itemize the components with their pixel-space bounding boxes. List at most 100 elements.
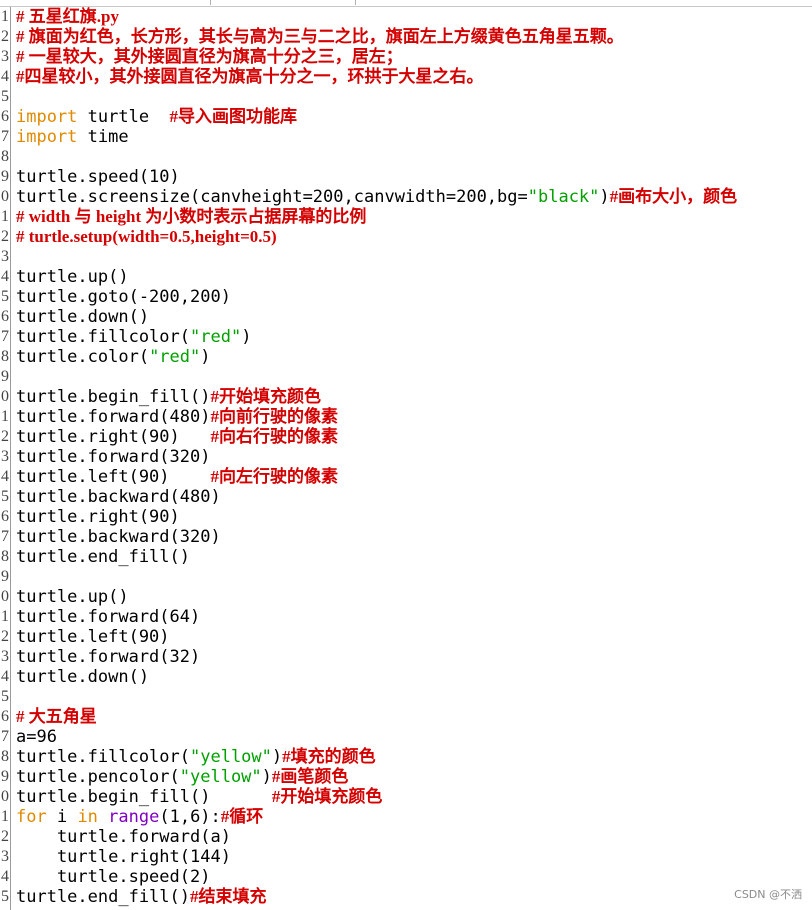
code-line[interactable]: 0 turtle.begin_fill() #开始填充颜色 <box>0 787 812 807</box>
code-line[interactable]: 1 # width 与 height 为小数时表示占据屏幕的比例 <box>0 207 812 227</box>
code-token: turtle.begin_fill() <box>16 787 272 807</box>
code-token: turtle.forward(320) <box>16 447 211 467</box>
code-comment: # 一星较大，其外接圆直径为旗高十分之三，居左； <box>16 47 403 66</box>
code-token: i <box>46 807 78 827</box>
code-text: turtle.fillcolor("red") <box>16 327 251 347</box>
code-line[interactable]: 4 #四星较小，其外接圆直径为旗高十分之一，环拱于大星之右。 <box>0 67 812 87</box>
code-lines[interactable]: 1 # 五星红旗.py 2 # 旗面为红色，长方形，其长与高为三与二之比，旗面左上方缀… <box>0 7 812 907</box>
line-number: 0 <box>1 788 9 805</box>
code-line[interactable]: 7 import time <box>0 127 812 147</box>
code-comment: #导入画图功能库 <box>169 107 298 126</box>
code-text: # 五星红旗.py <box>16 7 119 27</box>
ruler-tick <box>355 0 356 5</box>
code-comment: #向前行驶的像素 <box>210 407 338 426</box>
code-line[interactable]: 8 turtle.color("red") <box>0 347 812 367</box>
code-line[interactable]: 3 turtle.right(144) <box>0 847 812 867</box>
code-builtin: range <box>108 807 160 827</box>
code-line[interactable]: 6 import turtle #导入画图功能库 <box>0 107 812 127</box>
code-line[interactable]: 2 # 旗面为红色，长方形，其长与高为三与二之比，旗面左上方缀黄色五角星五颗。 <box>0 27 812 47</box>
line-number: 5 <box>1 688 9 705</box>
code-comment: #四星较小，其外接圆直径为旗高十分之一，环拱于大星之右。 <box>16 67 484 86</box>
line-number: 1 <box>1 408 9 425</box>
code-token: turtle.right(144) <box>16 847 231 867</box>
code-line[interactable]: 4 turtle.up() <box>0 267 812 287</box>
line-number: 2 <box>1 628 9 645</box>
line-number: 9 <box>1 368 9 385</box>
code-line[interactable]: 1 turtle.forward(480)#向前行驶的像素 <box>0 407 812 427</box>
code-text: turtle.goto(-200,200) <box>16 287 231 307</box>
code-line[interactable]: 9 turtle.speed(10) <box>0 167 812 187</box>
code-line[interactable]: 5 turtle.goto(-200,200) <box>0 287 812 307</box>
code-token: turtle.left(90) <box>16 467 211 487</box>
code-line[interactable]: 8 turtle.end_fill() <box>0 547 812 567</box>
code-token: turtle.end_fill() <box>16 887 190 907</box>
line-number: 1 <box>1 8 9 25</box>
code-line[interactable]: 8 turtle.fillcolor("yellow")#填充的颜色 <box>0 747 812 767</box>
code-line[interactable]: 3 turtle.forward(32) <box>0 647 812 667</box>
code-line[interactable]: 5 <box>0 87 812 107</box>
line-number: 5 <box>1 888 9 905</box>
code-editor[interactable]: 1 # 五星红旗.py 2 # 旗面为红色，长方形，其长与高为三与二之比，旗面左上方缀… <box>0 0 812 910</box>
code-line[interactable]: 5 <box>0 687 812 707</box>
line-number: 4 <box>1 268 9 285</box>
code-line[interactable]: 2 turtle.forward(a) <box>0 827 812 847</box>
code-line[interactable]: 2 # turtle.setup(width=0.5,height=0.5) <box>0 227 812 247</box>
code-line[interactable]: 0 turtle.begin_fill()#开始填充颜色 <box>0 387 812 407</box>
code-line[interactable]: 0 turtle.up() <box>0 587 812 607</box>
line-number: 3 <box>1 248 9 265</box>
code-token: turtle.forward(480) <box>16 407 211 427</box>
code-line[interactable]: 7 turtle.backward(320) <box>0 527 812 547</box>
line-number: 9 <box>1 768 9 785</box>
code-line[interactable]: 9 <box>0 567 812 587</box>
code-text: turtle.left(90) <box>16 627 170 647</box>
code-line[interactable]: 3 # 一星较大，其外接圆直径为旗高十分之三，居左； <box>0 47 812 67</box>
code-text: # 大五角星 <box>16 707 97 727</box>
line-number: 1 <box>1 608 9 625</box>
code-line[interactable]: 5 turtle.backward(480) <box>0 487 812 507</box>
code-text: import time <box>16 127 129 147</box>
code-line[interactable]: 9 turtle.pencolor("yellow")#画笔颜色 <box>0 767 812 787</box>
code-token: a=96 <box>16 727 57 747</box>
code-line[interactable]: 0 turtle.screensize(canvheight=200,canvwi… <box>0 187 812 207</box>
code-text: turtle.forward(a) <box>16 827 231 847</box>
code-line[interactable]: 3 turtle.forward(320) <box>0 447 812 467</box>
code-text: turtle.down() <box>16 667 149 687</box>
code-line[interactable]: 1 turtle.forward(64) <box>0 607 812 627</box>
code-line[interactable]: 4 turtle.left(90) #向左行驶的像素 <box>0 467 812 487</box>
code-line[interactable]: 8 <box>0 147 812 167</box>
code-token: ) <box>261 767 272 787</box>
watermark: CSDN @不洒 <box>734 888 802 901</box>
code-text: turtle.speed(10) <box>16 167 180 187</box>
code-line[interactable]: 5 turtle.end_fill()#结束填充 <box>0 887 812 907</box>
code-line[interactable]: 4 turtle.speed(2) <box>0 867 812 887</box>
code-line[interactable]: 7 turtle.fillcolor("red") <box>0 327 812 347</box>
line-number: 7 <box>1 528 9 545</box>
code-line[interactable]: 2 turtle.right(90) #向右行驶的像素 <box>0 427 812 447</box>
code-text: import turtle #导入画图功能库 <box>16 107 297 127</box>
code-line[interactable]: 6 turtle.right(90) <box>0 507 812 527</box>
line-number: 5 <box>1 88 9 105</box>
code-string: "red" <box>149 347 201 367</box>
line-number: 3 <box>1 448 9 465</box>
code-line[interactable]: 6 turtle.down() <box>0 307 812 327</box>
code-text: # 旗面为红色，长方形，其长与高为三与二之比，旗面左上方缀黄色五角星五颗。 <box>16 27 624 47</box>
code-text: #四星较小，其外接圆直径为旗高十分之一，环拱于大星之右。 <box>16 67 484 87</box>
code-comment: #循环 <box>220 807 264 826</box>
code-line[interactable]: 1 # 五星红旗.py <box>0 7 812 27</box>
code-token: turtle.pencolor( <box>16 767 180 787</box>
code-token: turtle.fillcolor( <box>16 327 190 347</box>
code-line[interactable]: 6 # 大五角星 <box>0 707 812 727</box>
code-token: turtle.forward(a) <box>16 827 231 847</box>
line-number: 6 <box>1 308 9 325</box>
code-text: turtle.screensize(canvheight=200,canvwid… <box>16 187 737 207</box>
line-number: 8 <box>1 548 9 565</box>
code-line[interactable]: 3 <box>0 247 812 267</box>
code-text: # 一星较大，其外接圆直径为旗高十分之三，居左； <box>16 47 403 67</box>
code-line[interactable]: 1 for i in range(1,6):#循环 <box>0 807 812 827</box>
code-token: ) <box>200 347 211 367</box>
code-line[interactable]: 4 turtle.down() <box>0 667 812 687</box>
code-comment: # 五星红旗.py <box>16 7 119 26</box>
code-line[interactable]: 7 a=96 <box>0 727 812 747</box>
code-line[interactable]: 9 <box>0 367 812 387</box>
code-line[interactable]: 2 turtle.left(90) <box>0 627 812 647</box>
